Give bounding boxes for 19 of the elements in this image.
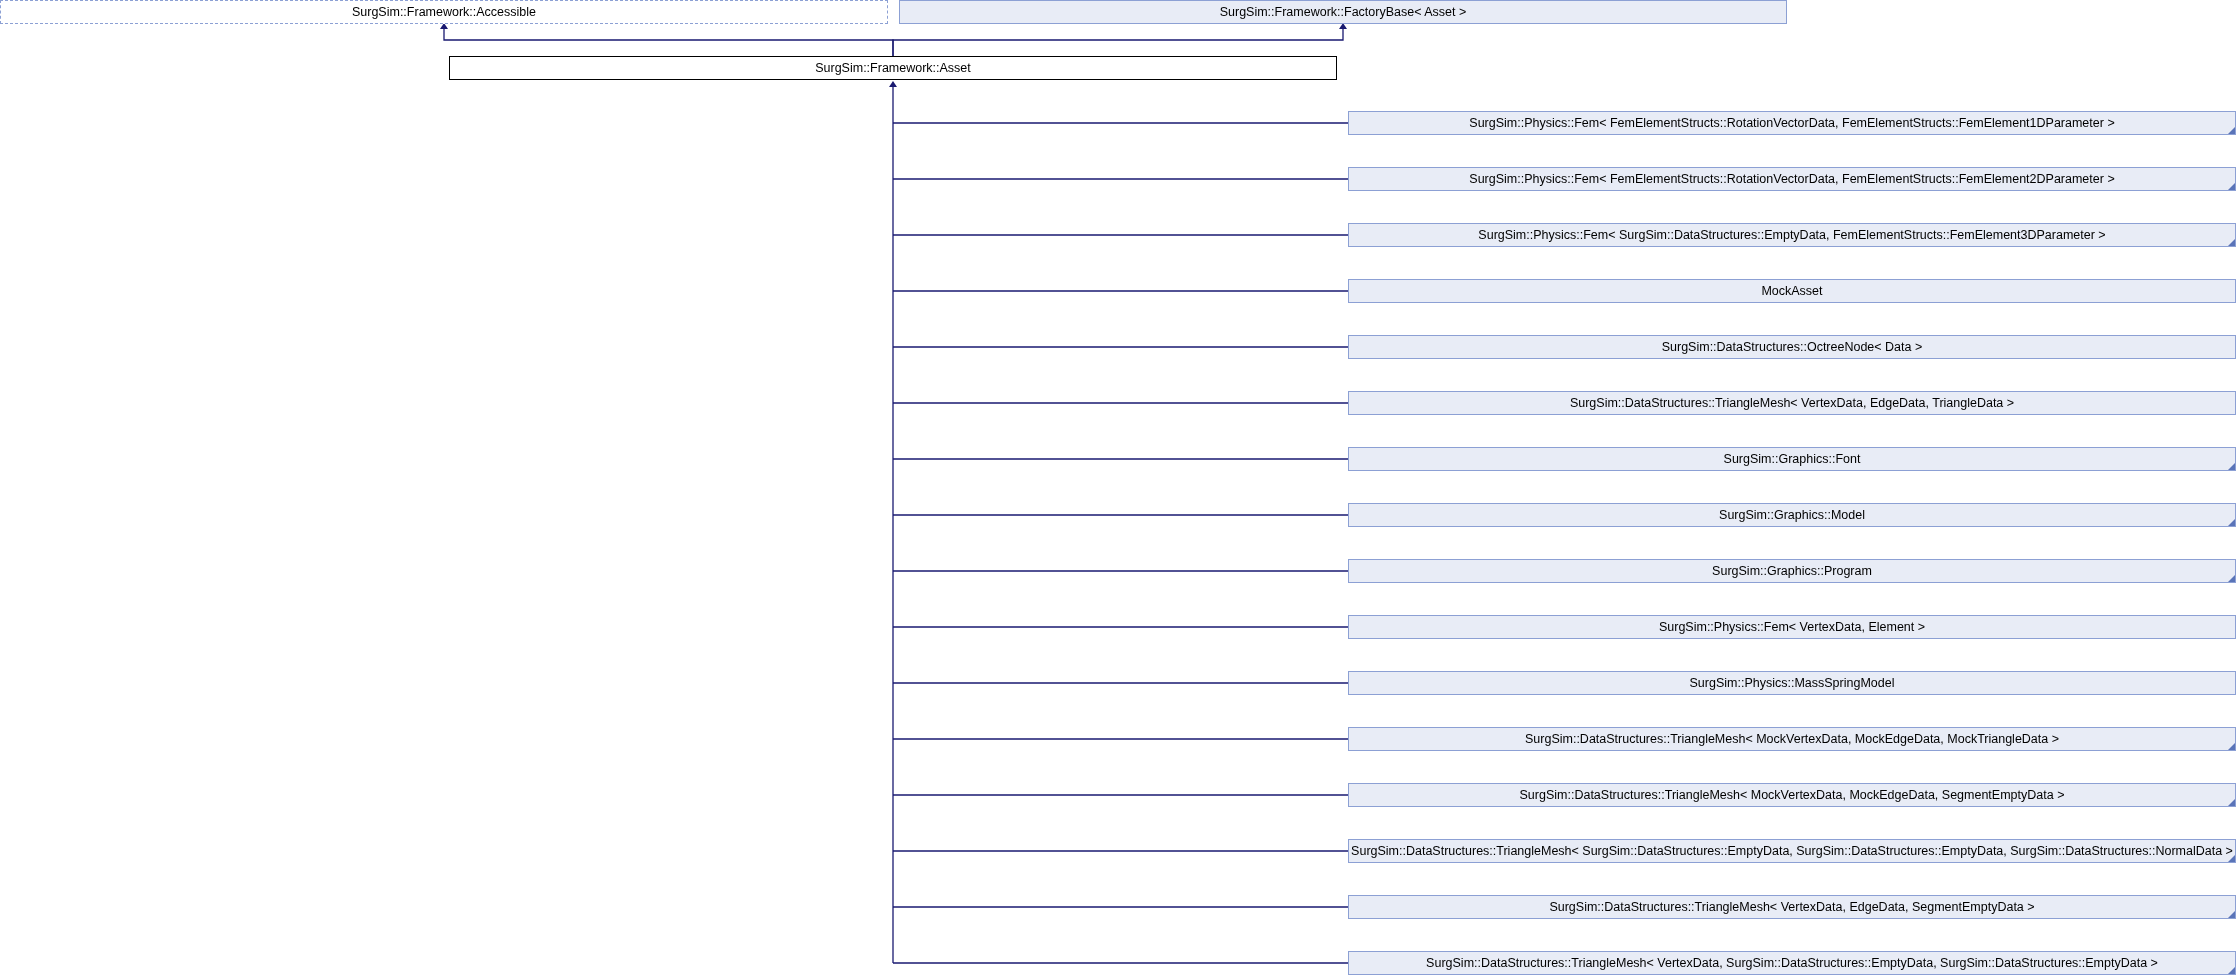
class-node[interactable]: SurgSim::Physics::Fem< FemElementStructs::RotationVectorData, FemElementStructs::FemElement2DParameter > <box>1348 167 2236 191</box>
class-node[interactable]: SurgSim::Physics::Fem< FemElementStructs::RotationVectorData, FemElementStructs::FemElement1DParameter > <box>1348 111 2236 135</box>
class-node[interactable]: SurgSim::DataStructures::TriangleMesh< VertexData, EdgeData, SegmentEmptyData > <box>1348 895 2236 919</box>
class-node[interactable]: SurgSim::Graphics::Model <box>1348 503 2236 527</box>
class-node[interactable]: SurgSim::Framework::FactoryBase< Asset > <box>899 0 1787 24</box>
class-node[interactable]: SurgSim::Framework::Asset <box>449 56 1337 80</box>
class-node[interactable]: MockAsset <box>1348 279 2236 303</box>
class-node[interactable]: SurgSim::DataStructures::TriangleMesh< VertexData, EdgeData, TriangleData > <box>1348 391 2236 415</box>
class-node[interactable]: SurgSim::Physics::Fem< VertexData, Element > <box>1348 615 2236 639</box>
class-node[interactable]: SurgSim::Graphics::Program <box>1348 559 2236 583</box>
class-node[interactable]: SurgSim::Graphics::Font <box>1348 447 2236 471</box>
class-node[interactable]: SurgSim::DataStructures::OctreeNode< Data > <box>1348 335 2236 359</box>
class-node[interactable]: SurgSim::Physics::Fem< SurgSim::DataStructures::EmptyData, FemElementStructs::FemElement3DParameter > <box>1348 223 2236 247</box>
class-node[interactable]: SurgSim::DataStructures::TriangleMesh< MockVertexData, MockEdgeData, SegmentEmptyData > <box>1348 783 2236 807</box>
class-node[interactable]: SurgSim::DataStructures::TriangleMesh< SurgSim::DataStructures::EmptyData, SurgSim::DataStructures::EmptyData, SurgSim::DataStructures::NormalData > <box>1348 839 2236 863</box>
class-node[interactable]: SurgSim::DataStructures::TriangleMesh< MockVertexData, MockEdgeData, MockTriangleData > <box>1348 727 2236 751</box>
class-node[interactable]: SurgSim::Framework::Accessible <box>0 0 888 24</box>
class-node[interactable]: SurgSim::DataStructures::TriangleMesh< VertexData, SurgSim::DataStructures::EmptyData, SurgSim::DataStructures::EmptyData > <box>1348 951 2236 975</box>
class-node[interactable]: SurgSim::Physics::MassSpringModel <box>1348 671 2236 695</box>
